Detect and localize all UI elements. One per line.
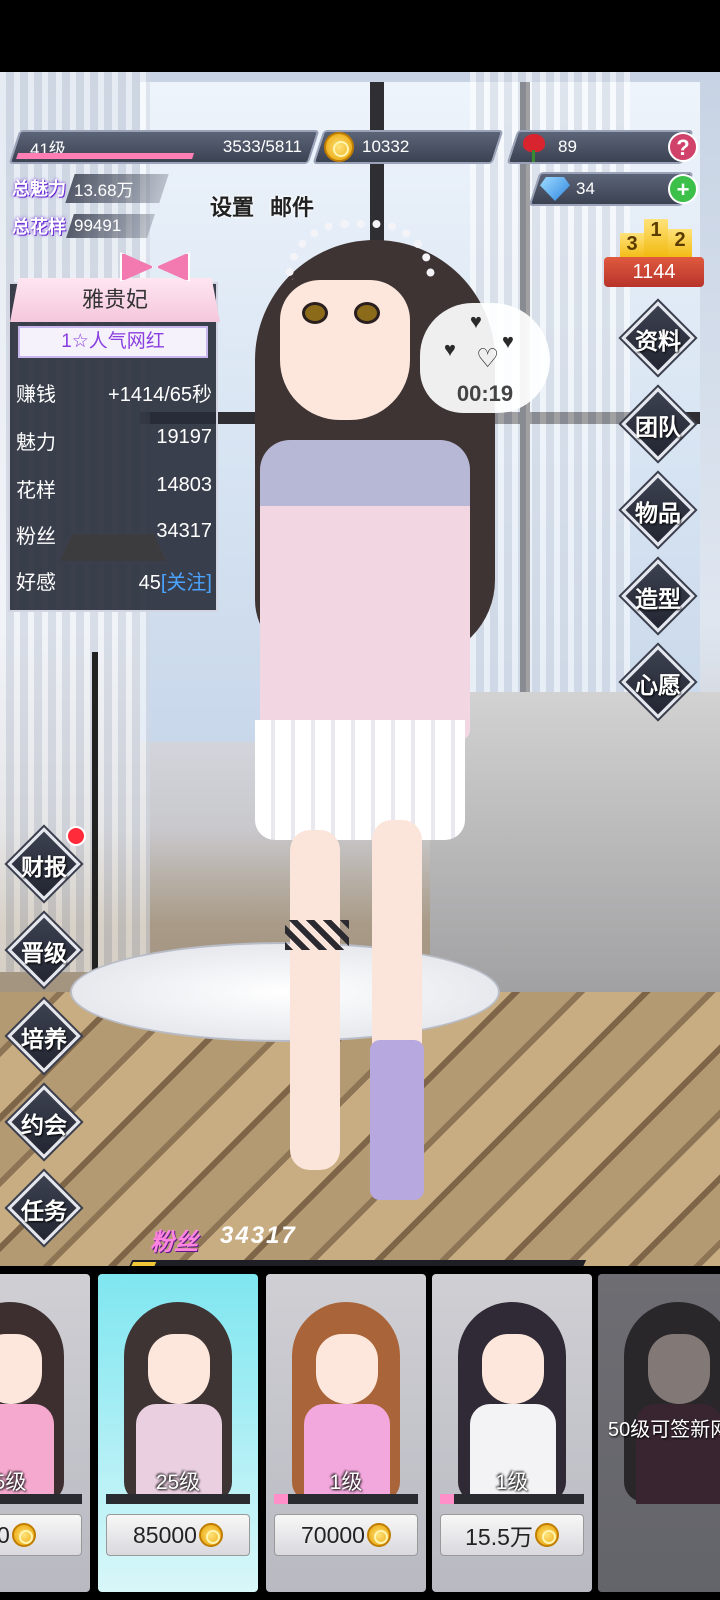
rose-icon — [518, 132, 548, 162]
card-price-button[interactable]: 70000 — [274, 1514, 418, 1556]
coin-bar[interactable]: 10332 — [312, 130, 504, 164]
tasks-button[interactable]: 任务 — [7, 1171, 81, 1245]
ranking-badge[interactable]: 3 1 2 1144 — [604, 205, 704, 295]
card-price-button[interactable]: 15.5万 — [440, 1514, 584, 1556]
girl-title: 1☆人气网红 — [18, 326, 208, 358]
rose-count: 89 — [558, 137, 577, 156]
team-button[interactable]: 团队 — [621, 387, 695, 461]
locked-card-text: 50级可签新网红 — [608, 1419, 720, 1441]
character-eye — [354, 302, 380, 324]
stat-row-pattern: 花样 14803 — [16, 474, 212, 502]
card-level: 25级 — [155, 1471, 201, 1494]
girl-card[interactable]: 5级 00 — [0, 1274, 90, 1592]
finger-heart-icon: ♡ — [476, 343, 500, 373]
card-level: 1级 — [495, 1471, 529, 1494]
coin-icon — [11, 1523, 36, 1547]
profile-button[interactable]: 资料 — [621, 301, 695, 375]
character-leg-strap — [285, 920, 349, 950]
game-screen: 41级 3533/5811 10332 89 ? 34 + 总魅力 13.68万… — [0, 0, 720, 1600]
girl-card[interactable]: 25级 85000 — [98, 1274, 258, 1592]
character-skirt — [255, 720, 465, 840]
coin-icon — [366, 1523, 391, 1547]
heart-icon: ♥ — [444, 339, 456, 361]
train-button[interactable]: 培养 — [7, 999, 81, 1073]
coin-count: 10332 — [362, 137, 410, 156]
date-button[interactable]: 约会 — [7, 1085, 81, 1159]
bubble-timer: 00:19 — [456, 381, 514, 406]
coin-icon — [198, 1523, 223, 1547]
follow-link[interactable]: [关注] — [161, 572, 212, 594]
fans-value: 34317 — [220, 1222, 297, 1249]
exp-progress-fill — [16, 153, 195, 159]
settings-button[interactable]: 设置 — [210, 190, 254, 222]
add-gems-button[interactable]: + — [668, 174, 698, 204]
stat-row-fans: 粉丝 34317 — [16, 520, 212, 548]
character-face — [280, 280, 410, 420]
character-leg — [290, 830, 340, 1170]
notification-dot — [66, 826, 86, 846]
items-button[interactable]: 物品 — [621, 473, 695, 547]
girl-info-panel: 雅贵妃 1☆人气网红 赚钱 +1414/65秒 魅力 19197 花样 14803 粉… — [8, 278, 220, 612]
help-button[interactable]: ? — [668, 132, 698, 162]
locked-girl-card[interactable]: 50级可签新网红 — [598, 1274, 720, 1592]
heart-icon: ♥ — [470, 311, 482, 333]
fans-progress: 粉丝 34317 — [123, 1220, 587, 1278]
girl-card[interactable]: 1级 15.5万 — [432, 1274, 592, 1592]
character-sock — [370, 1040, 424, 1200]
stat-row-earning: 赚钱 +1414/65秒 — [16, 384, 212, 406]
card-progress-fill — [440, 1494, 455, 1504]
diamond-icon — [540, 177, 570, 201]
card-level: 5级 — [0, 1471, 27, 1494]
total-charm-value: 13.68万 — [74, 180, 134, 200]
coin-icon — [324, 132, 354, 162]
styling-button[interactable]: 造型 — [621, 559, 695, 633]
total-charm: 总魅力 13.68万 — [12, 173, 169, 203]
wish-button[interactable]: 心愿 — [621, 645, 695, 719]
fans-label: 粉丝 — [150, 1229, 198, 1256]
floor-lamp — [92, 652, 98, 1002]
card-progress-fill — [274, 1494, 289, 1504]
rank-value: 1144 — [604, 257, 704, 287]
card-level: 1级 — [329, 1471, 363, 1494]
level-bar[interactable]: 41级 3533/5811 — [8, 130, 320, 164]
total-pattern: 总花样 99491 — [12, 212, 156, 240]
character-jacket — [260, 440, 470, 740]
player-exp: 3533/5811 — [222, 137, 302, 156]
girl-card[interactable]: 1级 70000 — [266, 1274, 426, 1592]
stat-row-affection: 好感 45[关注] — [16, 572, 212, 594]
stat-row-charm: 魅力 19197 — [16, 426, 212, 454]
podium-icon: 3 1 2 — [620, 213, 692, 263]
girl-name: 雅贵妃 — [10, 278, 220, 322]
ribbon-bow-icon — [120, 250, 190, 284]
gem-count: 34 — [576, 179, 595, 198]
promote-button[interactable]: 晋级 — [7, 913, 81, 987]
coin-icon — [534, 1523, 559, 1547]
total-charm-label: 总魅力 — [12, 179, 66, 199]
total-pattern-label: 总花样 — [12, 217, 66, 237]
card-price-button[interactable]: 85000 — [106, 1514, 250, 1556]
character-eye — [302, 302, 328, 324]
heart-icon: ♥ — [502, 331, 514, 353]
card-price-button[interactable]: 00 — [0, 1514, 82, 1556]
character-headband — [285, 220, 435, 280]
total-pattern-value: 99491 — [74, 216, 122, 235]
mail-button[interactable]: 邮件 — [270, 190, 314, 222]
heart-bubble[interactable]: ♥ ♥ ♥ ♡ 00:19 — [420, 303, 550, 413]
rose-bar[interactable]: 89 — [506, 130, 694, 164]
